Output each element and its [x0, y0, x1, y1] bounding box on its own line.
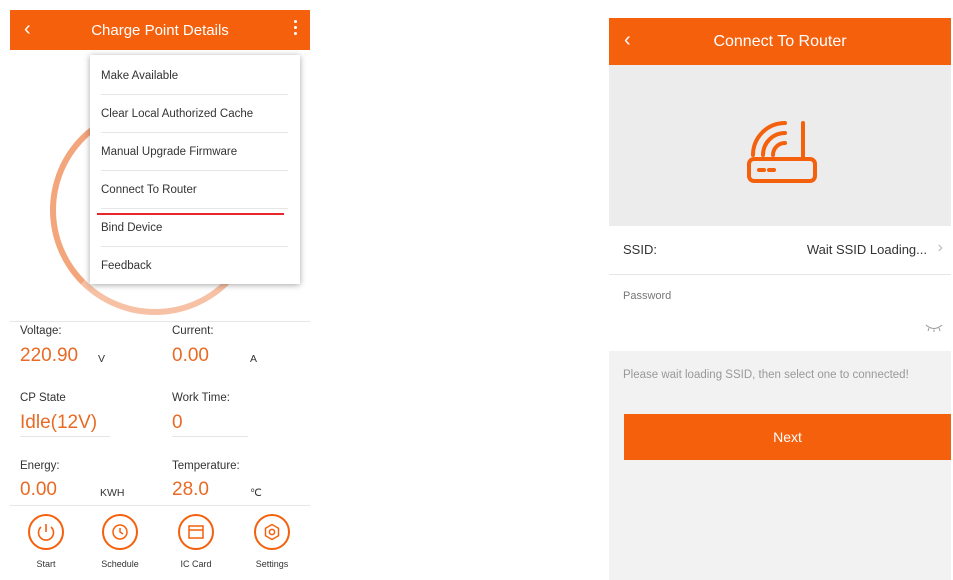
- next-button[interactable]: Next: [624, 414, 951, 460]
- voltage-unit: V: [98, 353, 106, 365]
- page-title: Connect To Router: [713, 33, 847, 50]
- work-time-value: 0: [172, 412, 183, 433]
- menu-item-upgrade-firmware[interactable]: Manual Upgrade Firmware: [101, 134, 288, 171]
- tab-ic-card[interactable]: IC Card: [166, 514, 226, 569]
- tab-settings-label: Settings: [255, 559, 289, 569]
- current-label: Current:: [172, 325, 214, 337]
- voltage-value: 220.90: [20, 345, 79, 366]
- password-label: Password: [623, 290, 672, 302]
- energy-value: 0.00: [20, 479, 57, 500]
- app-header: ‹ Charge Point Details: [10, 10, 310, 50]
- cp-state-value: Idle(12V): [20, 412, 98, 433]
- energy-unit: KWH: [100, 487, 125, 499]
- work-time-underline: [172, 436, 248, 437]
- tab-settings[interactable]: Settings: [242, 514, 302, 569]
- overflow-menu: Make Available Clear Local Authorized Ca…: [90, 55, 300, 284]
- router-wifi-icon: [747, 121, 817, 183]
- current-unit: A: [250, 353, 258, 365]
- cp-state-label: CP State: [20, 392, 66, 404]
- charge-point-screen: ‹ Charge Point Details Make Available Cl…: [10, 10, 310, 580]
- hint-text: Please wait loading SSID, then select on…: [623, 369, 909, 381]
- ssid-row[interactable]: SSID: Wait SSID Loading... ›: [609, 226, 951, 275]
- divider: [10, 321, 310, 322]
- page-title: Charge Point Details: [91, 22, 229, 39]
- chevron-right-icon: ›: [937, 239, 943, 256]
- tab-start[interactable]: Start: [16, 514, 76, 569]
- more-menu-icon[interactable]: [294, 20, 298, 38]
- temperature-unit: ℃: [250, 487, 262, 499]
- cp-state-underline: [20, 436, 110, 437]
- current-value: 0.00: [172, 345, 209, 366]
- app-header: ‹ Connect To Router: [609, 18, 951, 65]
- card-icon: [178, 514, 214, 550]
- work-time-label: Work Time:: [172, 392, 230, 404]
- tab-schedule[interactable]: Schedule: [90, 514, 150, 569]
- menu-item-connect-router[interactable]: Connect To Router: [101, 172, 288, 209]
- voltage-label: Voltage:: [20, 325, 62, 337]
- menu-item-make-available[interactable]: Make Available: [101, 58, 288, 95]
- temperature-label: Temperature:: [172, 460, 240, 472]
- tab-start-label: Start: [36, 559, 56, 569]
- tab-schedule-label: Schedule: [101, 559, 139, 569]
- menu-item-bind-device[interactable]: Bind Device: [101, 210, 288, 247]
- clock-icon: [102, 514, 138, 550]
- eye-closed-icon[interactable]: [925, 323, 943, 333]
- energy-label: Energy:: [20, 460, 60, 472]
- password-row[interactable]: Password: [609, 275, 951, 351]
- gear-icon: [254, 514, 290, 550]
- ssid-label: SSID:: [623, 242, 657, 257]
- ssid-value: Wait SSID Loading...: [806, 242, 927, 257]
- power-icon: [28, 514, 64, 550]
- temperature-value: 28.0: [172, 479, 209, 500]
- router-hero: [609, 65, 951, 243]
- menu-item-feedback[interactable]: Feedback: [101, 248, 288, 285]
- tab-ic-card-label: IC Card: [180, 559, 212, 569]
- connect-router-screen: ‹ Connect To Router SSID: Wait SSID Load…: [609, 18, 951, 580]
- bottom-tab-bar: Start Schedule IC Card Settings: [10, 505, 310, 580]
- menu-item-clear-cache[interactable]: Clear Local Authorized Cache: [101, 96, 288, 133]
